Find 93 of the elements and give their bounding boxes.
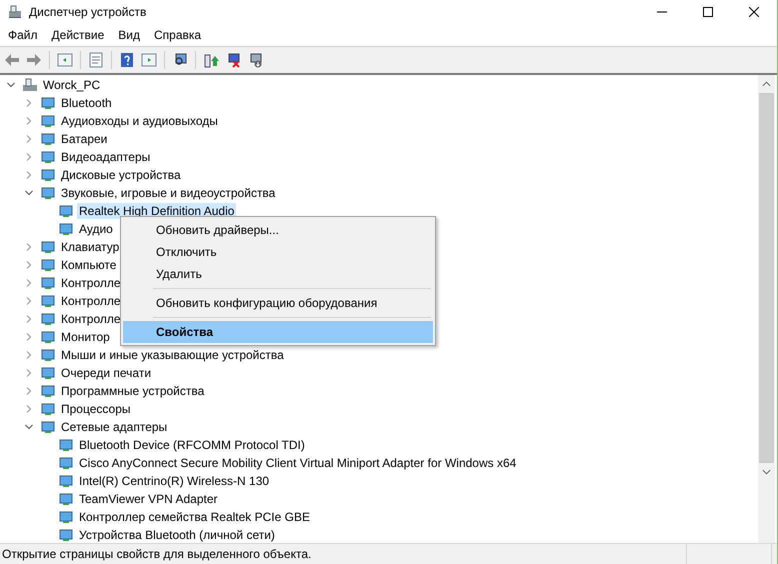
expand-icon[interactable]: [24, 170, 34, 180]
device-icon: [40, 239, 56, 255]
tree-item[interactable]: Монитор: [59, 329, 112, 345]
collapse-icon[interactable]: [24, 422, 34, 432]
device-icon: [58, 221, 74, 237]
context-menu-item[interactable]: Удалить: [123, 263, 433, 285]
tree-item[interactable]: Компьюте: [59, 257, 118, 273]
expand-icon[interactable]: [24, 314, 34, 324]
device-icon: [40, 419, 56, 435]
device-icon: [58, 491, 74, 507]
maximize-icon[interactable]: [703, 7, 713, 17]
tree-item[interactable]: Звуковые, игровые и видеоустройства: [59, 185, 278, 201]
back-icon[interactable]: [3, 52, 21, 68]
properties-icon[interactable]: [87, 52, 105, 68]
tree-item[interactable]: Intel(R) Centrino(R) Wireless-N 130: [77, 473, 272, 489]
tree-item[interactable]: Процессоры: [59, 401, 132, 417]
tree-item[interactable]: Очереди печати: [59, 365, 154, 381]
device-icon: [40, 167, 56, 183]
device-icon: [40, 257, 56, 273]
help-icon[interactable]: [118, 52, 136, 68]
expand-icon[interactable]: [24, 350, 34, 360]
menu-item[interactable]: Вид: [112, 28, 146, 42]
device-manager-icon: [7, 4, 23, 20]
tree-item[interactable]: Программные устройства: [59, 383, 206, 399]
context-menu-item[interactable]: Обновить конфигурацию оборудования: [123, 292, 433, 314]
expand-icon[interactable]: [24, 296, 34, 306]
tree-item[interactable]: Контролле: [59, 293, 123, 309]
device-icon: [40, 365, 56, 381]
context-menu-item[interactable]: Обновить драйверы...: [123, 219, 433, 241]
device-icon: [40, 131, 56, 147]
device-icon: [40, 401, 56, 417]
expand-icon[interactable]: [24, 116, 34, 126]
menu-item[interactable]: Файл: [2, 28, 44, 42]
device-icon: [58, 203, 74, 219]
device-icon: [40, 329, 56, 345]
tree-item[interactable]: Аудиовходы и аудиовыходы: [59, 113, 220, 129]
device-icon: [40, 95, 56, 111]
device-icon: [40, 293, 56, 309]
vertical-scrollbar[interactable]: [758, 75, 775, 543]
device-icon: [40, 383, 56, 399]
tree-item[interactable]: Cisco AnyConnect Secure Mobility Client Virtual Miniport Adapter for Windows x64: [77, 455, 518, 471]
tree-item[interactable]: Сетевые адаптеры: [59, 419, 170, 435]
scroll-up-icon[interactable]: [762, 81, 771, 87]
expand-icon[interactable]: [24, 98, 34, 108]
tree-item[interactable]: Bluetooth Device (RFCOMM Protocol TDI): [77, 437, 307, 453]
collapse-icon[interactable]: [6, 80, 16, 90]
tree-item[interactable]: TeamViewer VPN Adapter: [77, 491, 220, 507]
expand-icon[interactable]: [24, 368, 34, 378]
tree-item[interactable]: Контролле: [59, 311, 123, 327]
tree-item[interactable]: Батареи: [59, 131, 110, 147]
tree-item[interactable]: Worck_PC: [41, 77, 102, 93]
tree-item[interactable]: Контроллер семейства Realtek PCIe GBE: [77, 509, 312, 525]
tree-item[interactable]: Видеоадаптеры: [59, 149, 152, 165]
device-icon: [58, 509, 74, 525]
window-title: Диспетчер устройств: [29, 5, 146, 19]
expand-icon[interactable]: [24, 386, 34, 396]
expand-icon[interactable]: [24, 260, 34, 270]
device-icon: [40, 347, 56, 363]
tree-item[interactable]: Контролле: [59, 275, 123, 291]
tree-item[interactable]: Bluetooth: [59, 95, 114, 111]
device-icon: [40, 113, 56, 129]
menu-item[interactable]: Действие: [46, 28, 110, 42]
device-icon: [58, 455, 74, 471]
device-icon: [40, 185, 56, 201]
update-driver-icon[interactable]: [202, 52, 220, 68]
tree-item[interactable]: Аудио: [77, 221, 115, 237]
menu-item[interactable]: Справка: [148, 28, 208, 42]
expand-icon[interactable]: [24, 278, 34, 288]
scroll-down-icon[interactable]: [762, 469, 771, 475]
forward-icon[interactable]: [25, 52, 43, 68]
expand-icon[interactable]: [24, 404, 34, 414]
expand-icon[interactable]: [24, 152, 34, 162]
expand-icon[interactable]: [24, 134, 34, 144]
device-icon: [58, 437, 74, 453]
close-icon[interactable]: [749, 7, 759, 17]
context-menu-item[interactable]: Отключить: [123, 241, 433, 263]
expand-icon[interactable]: [24, 242, 34, 252]
device-icon: [58, 473, 74, 489]
status-text: Открытие страницы свойств для выделенного объекта.: [1, 547, 312, 561]
panel-icon[interactable]: [56, 52, 74, 68]
tree-item[interactable]: Дисковые устройства: [59, 167, 183, 183]
expand-icon[interactable]: [24, 332, 34, 342]
tree-item[interactable]: Клавиатур: [59, 239, 122, 255]
computer-icon: [22, 77, 38, 93]
device-icon: [40, 149, 56, 165]
device-icon: [58, 527, 74, 543]
tree-item[interactable]: Мыши и иные указывающие устройства: [59, 347, 286, 363]
device-icon: [40, 275, 56, 291]
device-icon: [40, 311, 56, 327]
tree-item[interactable]: Устройства Bluetooth (личной сети): [77, 527, 277, 543]
context-menu-item[interactable]: Свойства: [123, 321, 433, 343]
panel-icon[interactable]: [140, 52, 158, 68]
collapse-icon[interactable]: [24, 188, 34, 198]
